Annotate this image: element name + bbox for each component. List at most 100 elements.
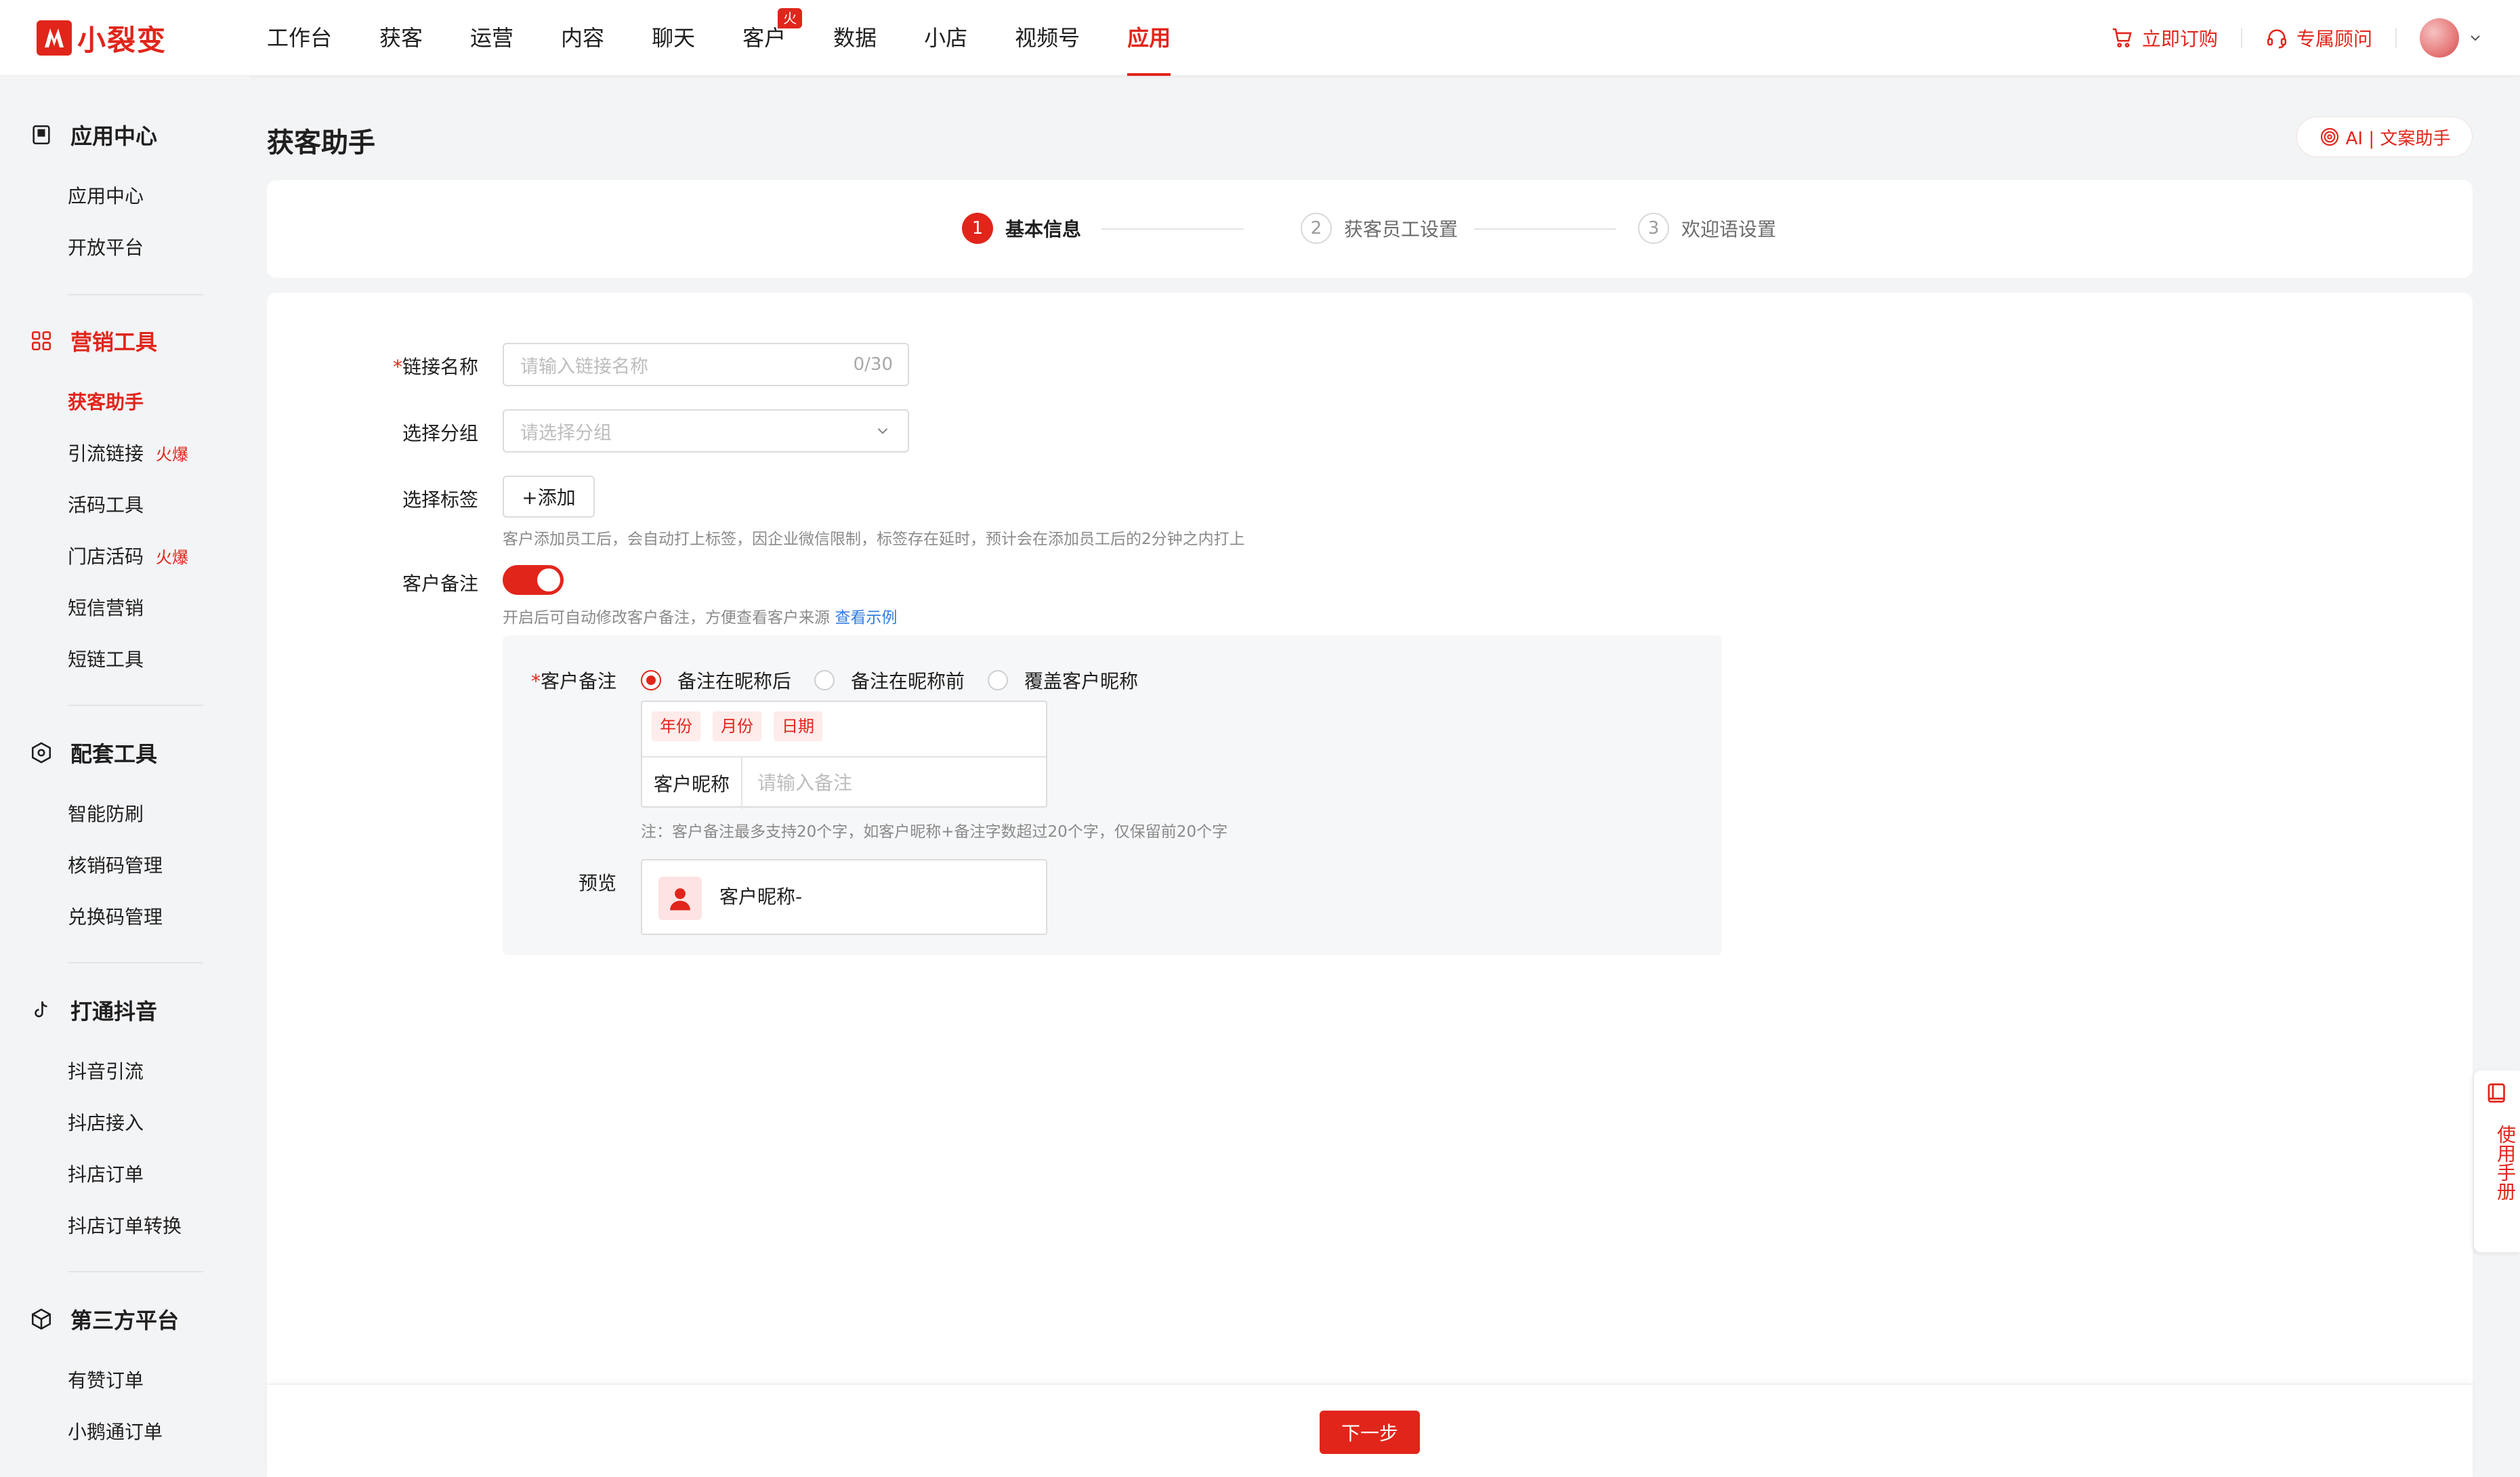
radio-label: 覆盖客户昵称 bbox=[1024, 670, 1139, 692]
hot-tag: 火爆 bbox=[156, 548, 189, 567]
link-name-label: *链接名称 bbox=[379, 352, 478, 379]
advisor-link-label: 专属顾问 bbox=[2296, 28, 2372, 50]
sidebar-divider bbox=[68, 705, 203, 706]
nav-label: 聊天 bbox=[652, 25, 696, 51]
sidebar-item-short-link[interactable]: 短链工具 bbox=[68, 645, 144, 672]
view-example-link[interactable]: 查看示例 bbox=[835, 609, 897, 627]
advisor-link[interactable]: 专属顾问 bbox=[2265, 24, 2372, 51]
sidebar-item-acquire-assistant[interactable]: 获客助手 bbox=[68, 388, 144, 415]
sidebar-item-anti-fraud[interactable]: 智能防刷 bbox=[68, 799, 144, 827]
remark-label: 客户备注 bbox=[402, 573, 478, 595]
step-staff-settings[interactable]: 2 获客员工设置 bbox=[1301, 213, 1458, 244]
manual-icon bbox=[2487, 1083, 2505, 1103]
chevron-down-icon bbox=[877, 428, 888, 434]
step-basic-info[interactable]: 1 基本信息 bbox=[962, 213, 1081, 244]
order-link[interactable]: 立即订购 bbox=[2111, 24, 2218, 51]
sidebar-group-support-tools[interactable]: 配套工具 bbox=[30, 737, 157, 768]
sidebar-item-douyin-shop-connect[interactable]: 抖店接入 bbox=[68, 1108, 144, 1136]
field-label: 链接名称 bbox=[402, 356, 478, 378]
sidebar-group-app-center[interactable]: 应用中心 bbox=[30, 119, 157, 150]
next-step-button[interactable]: 下一步 bbox=[1320, 1411, 1420, 1454]
sidebar-item-xiaoetong-orders[interactable]: 小鹅通订单 bbox=[68, 1417, 163, 1444]
nav-item-content[interactable]: 内容 bbox=[561, 0, 604, 76]
ai-copywriting-button[interactable]: AI | 文案助手 bbox=[2296, 117, 2473, 157]
char-counter: 0/30 bbox=[853, 354, 893, 375]
nav-item-customer[interactable]: 客户 火爆 bbox=[742, 0, 803, 76]
sidebar-item-verify-code[interactable]: 核销码管理 bbox=[68, 851, 163, 878]
group-select[interactable]: 请选择分组 bbox=[503, 409, 909, 453]
remark-toggle[interactable] bbox=[503, 565, 564, 595]
link-name-input[interactable]: 请输入链接名称 0/30 bbox=[503, 343, 909, 386]
remark-preview: 客户昵称- bbox=[641, 859, 1047, 935]
top-navbar: 小裂变 工作台 获客 运营 内容 聊天 客户 火爆 数据 小店 视频号 应用 立… bbox=[0, 0, 2520, 76]
cart-icon bbox=[2112, 28, 2132, 48]
sidebar: 应用中心 应用中心 开放平台 营销工具 获客助手 引流链接 火爆 活码工具 门店活… bbox=[0, 76, 251, 1477]
sidebar-item-label: 引流链接 bbox=[68, 442, 144, 465]
nav-item-operate[interactable]: 运营 bbox=[470, 0, 513, 76]
remark-note: 注：客户备注最多支持20个字，如客户昵称+备注字数超过20个字，仅保留前20个字 bbox=[641, 823, 1228, 841]
sidebar-item-app-center[interactable]: 应用中心 bbox=[68, 182, 144, 209]
logo[interactable]: 小裂变 bbox=[37, 18, 167, 58]
sidebar-group-label: 应用中心 bbox=[70, 123, 158, 149]
sidebar-group-third-party[interactable]: 第三方平台 bbox=[30, 1304, 179, 1335]
radio-before-nickname[interactable]: 备注在昵称前 bbox=[814, 667, 965, 694]
sidebar-group-douyin[interactable]: 打通抖音 bbox=[30, 995, 157, 1026]
sidebar-item-douyin-traffic[interactable]: 抖音引流 bbox=[68, 1057, 144, 1084]
hexagon-icon bbox=[31, 742, 51, 764]
sidebar-group-label: 打通抖音 bbox=[70, 999, 158, 1024]
sidebar-divider bbox=[68, 294, 203, 295]
hot-tag: 火爆 bbox=[156, 445, 189, 464]
nav-item-acquire[interactable]: 获客 bbox=[379, 0, 423, 76]
sidebar-item-douyin-order-convert[interactable]: 抖店订单转换 bbox=[68, 1211, 182, 1239]
step-number: 2 bbox=[1301, 213, 1332, 244]
radio-dot bbox=[641, 670, 661, 690]
nav-label: 客户 bbox=[742, 25, 786, 51]
nav-item-workbench[interactable]: 工作台 bbox=[267, 0, 332, 76]
chevron-down-icon[interactable] bbox=[2467, 30, 2483, 46]
nav-label: 内容 bbox=[561, 25, 605, 51]
required-mark: * bbox=[530, 670, 541, 692]
sidebar-item-open-platform[interactable]: 开放平台 bbox=[68, 233, 144, 260]
sidebar-group-label: 第三方平台 bbox=[70, 1308, 180, 1333]
manual-label: 使用手册 bbox=[2494, 1125, 2517, 1201]
user-manual-tab[interactable]: 使用手册 bbox=[2474, 1070, 2520, 1252]
avatar[interactable] bbox=[2420, 18, 2459, 58]
sidebar-divider bbox=[68, 962, 203, 963]
nav-item-shop[interactable]: 小店 bbox=[924, 0, 967, 76]
step-welcome-settings[interactable]: 3 欢迎语设置 bbox=[1638, 213, 1776, 244]
book-icon bbox=[33, 125, 50, 145]
chip-month[interactable]: 月份 bbox=[713, 711, 761, 741]
sidebar-item-traffic-link[interactable]: 引流链接 火爆 bbox=[68, 439, 188, 466]
nav-item-channels[interactable]: 视频号 bbox=[1015, 0, 1080, 76]
nav-label: 数据 bbox=[833, 25, 877, 51]
radio-after-nickname[interactable]: 备注在昵称后 bbox=[641, 667, 791, 694]
radio-overwrite-nickname[interactable]: 覆盖客户昵称 bbox=[988, 667, 1138, 694]
step-connector bbox=[1474, 228, 1616, 230]
sidebar-item-store-code[interactable]: 门店活码 火爆 bbox=[68, 542, 188, 569]
placeholder: 请选择分组 bbox=[520, 422, 612, 444]
ai-icon bbox=[2320, 127, 2338, 146]
preview-label: 预览 bbox=[578, 872, 616, 894]
sidebar-item-sms[interactable]: 短信营销 bbox=[68, 594, 144, 621]
sidebar-item-youzan-orders[interactable]: 有赞订单 bbox=[68, 1366, 144, 1393]
remark-mode-label: *客户备注 bbox=[522, 667, 616, 694]
placeholder: 请输入链接名称 bbox=[520, 356, 648, 377]
remark-input[interactable]: 请输入备注 bbox=[757, 757, 852, 809]
chip-date[interactable]: 日期 bbox=[774, 711, 822, 741]
field-label: 客户备注 bbox=[540, 670, 616, 692]
nav-item-chat[interactable]: 聊天 bbox=[652, 0, 695, 76]
nav-label: 视频号 bbox=[1015, 25, 1080, 51]
logo-icon bbox=[37, 20, 72, 56]
hot-badge: 火爆 bbox=[778, 8, 803, 47]
sidebar-item-redeem-code[interactable]: 兑换码管理 bbox=[68, 902, 163, 930]
cube-icon bbox=[31, 1308, 51, 1330]
headset-icon bbox=[2267, 29, 2287, 49]
nav-item-data[interactable]: 数据 bbox=[833, 0, 877, 76]
sidebar-group-marketing[interactable]: 营销工具 bbox=[30, 325, 157, 356]
sidebar-item-live-code[interactable]: 活码工具 bbox=[68, 491, 144, 518]
add-tag-button[interactable]: +添加 bbox=[503, 476, 595, 518]
chip-year[interactable]: 年份 bbox=[652, 711, 700, 741]
sidebar-item-label: 门店活码 bbox=[68, 545, 144, 568]
nav-item-apps[interactable]: 应用 bbox=[1127, 0, 1171, 76]
sidebar-item-douyin-shop-orders[interactable]: 抖店订单 bbox=[68, 1160, 144, 1187]
